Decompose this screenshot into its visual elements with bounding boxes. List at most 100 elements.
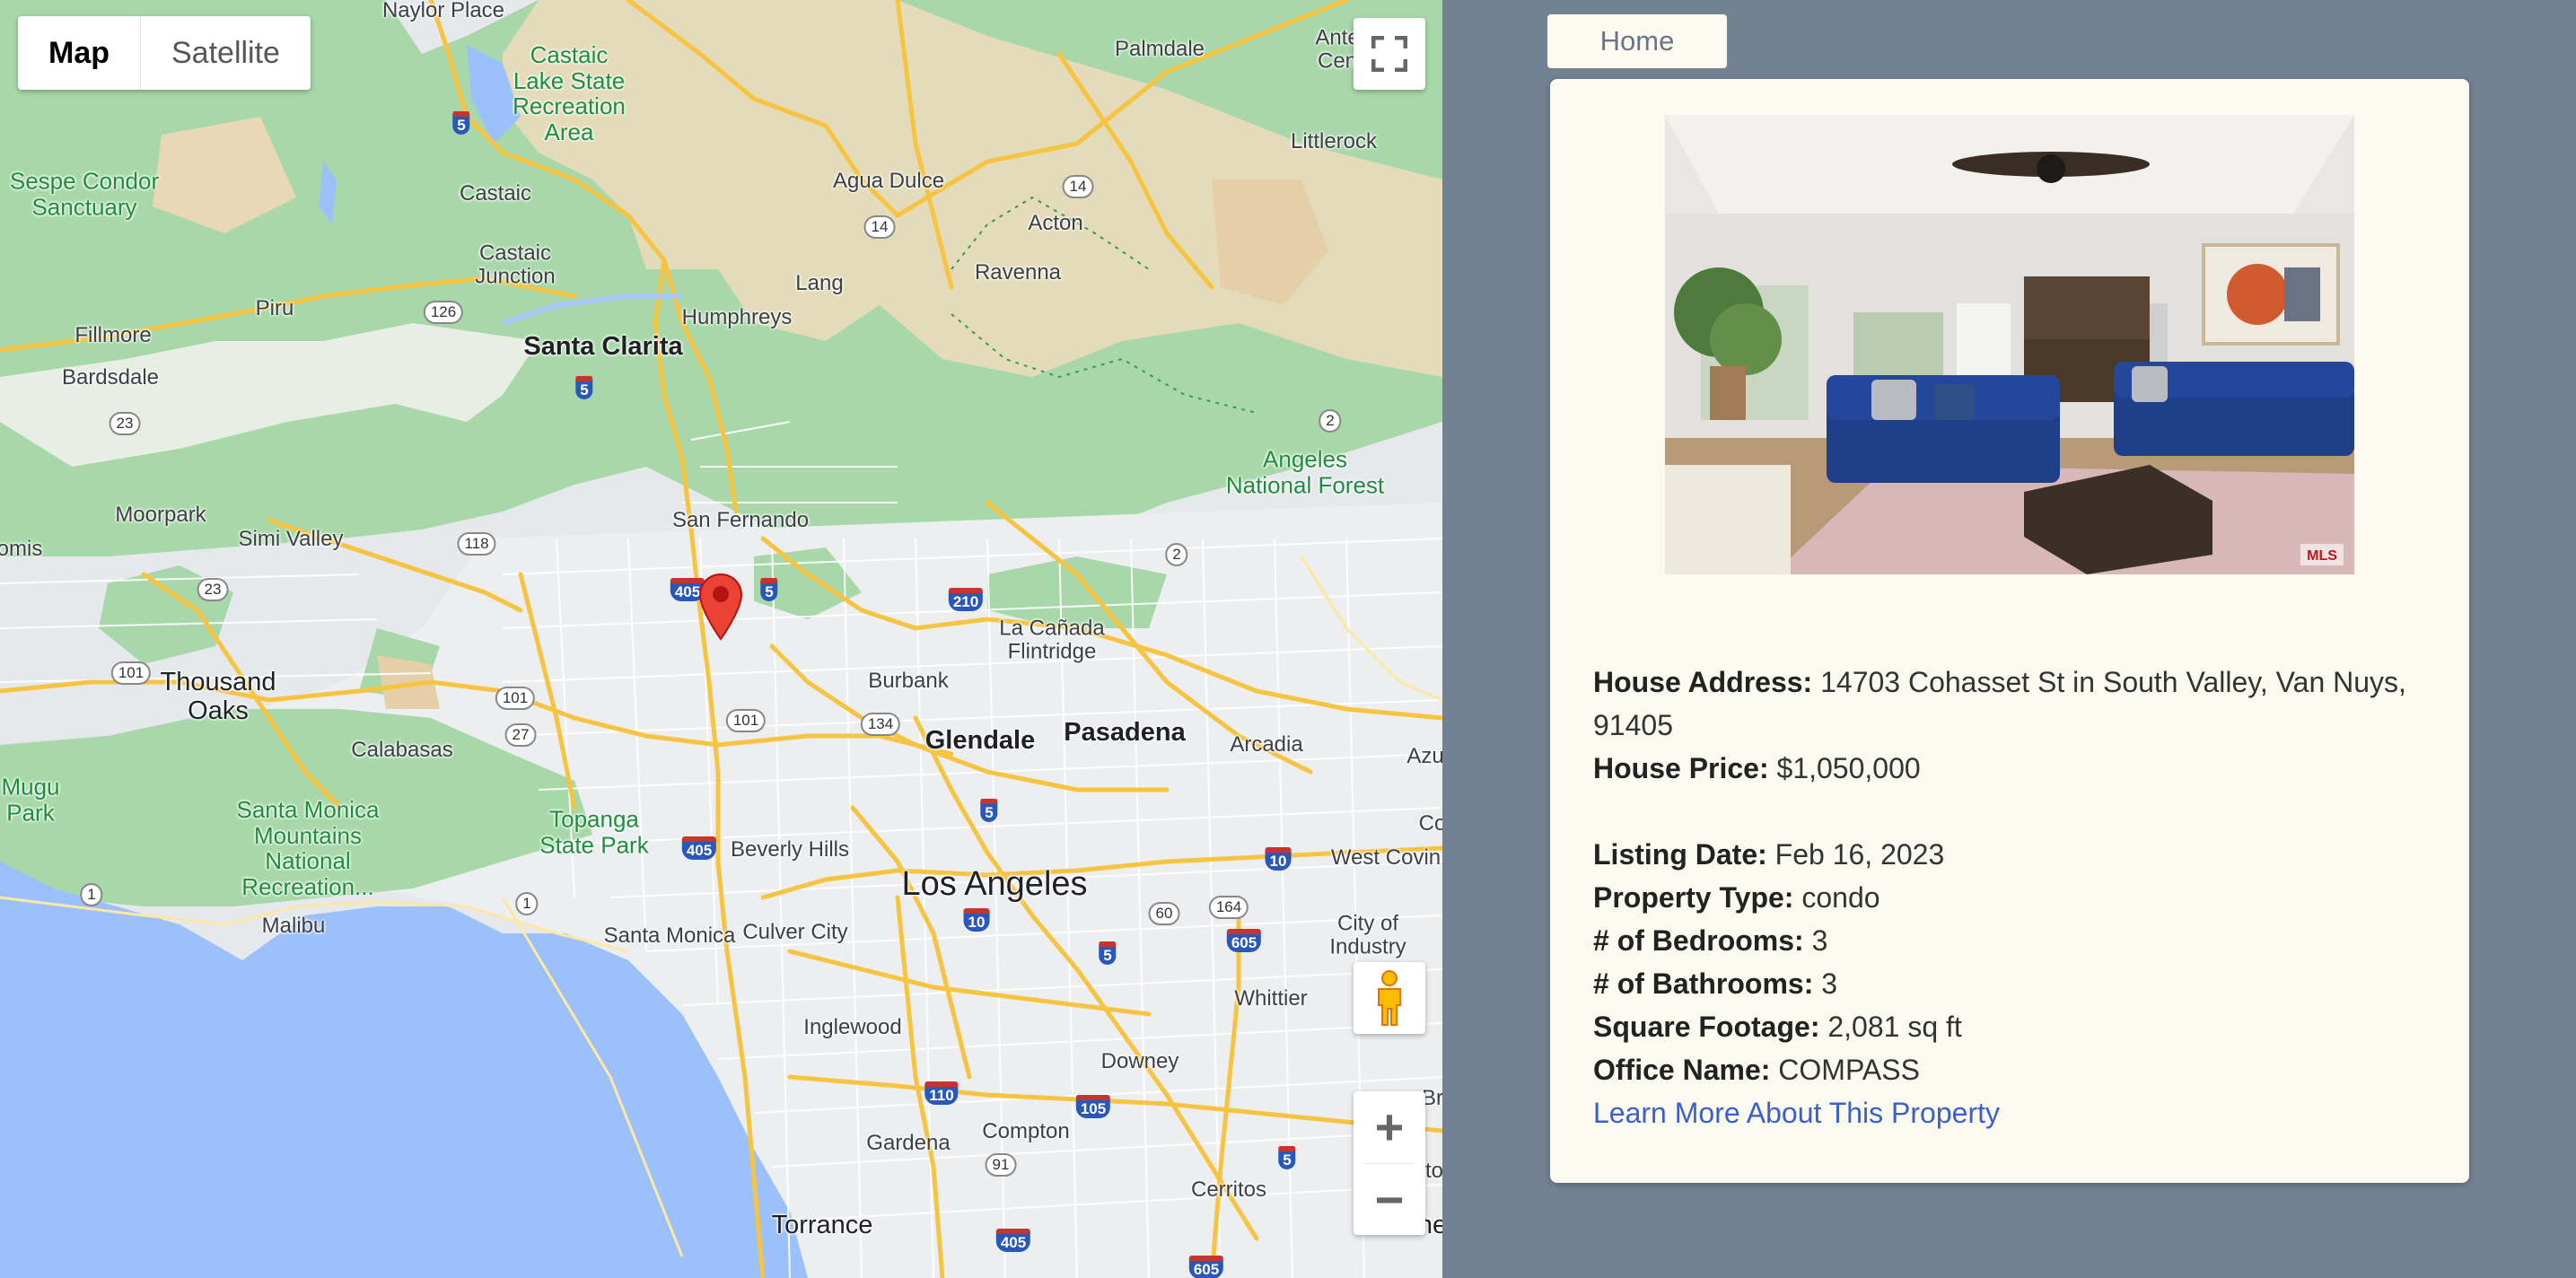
map-label-simi-valley: Simi Valley (238, 526, 344, 551)
map-label-acton: Acton (1028, 210, 1083, 235)
map-label-glendale: Glendale (924, 726, 1036, 756)
route-shield: 405 (995, 1229, 1031, 1252)
office-label: Office Name: (1593, 1054, 1771, 1086)
home-button[interactable]: Home (1547, 14, 1727, 68)
price-row: House Price: $1,050,000 (1593, 747, 2437, 790)
map-label-city-of-industry: City of Industry (1329, 911, 1406, 959)
bedrooms-value: 3 (1811, 924, 1828, 957)
map-label-compton: Compton (982, 1118, 1070, 1143)
map-label-torrance: Torrance (771, 1211, 873, 1240)
map-label-omis: omis (0, 536, 43, 561)
map-label-whittier: Whittier (1234, 985, 1308, 1011)
map-type-satellite-button[interactable]: Satellite (141, 16, 311, 90)
route-shield: 27 (504, 723, 537, 747)
map-label-inglewood: Inglewood (803, 1014, 902, 1039)
route-shield: 5 (760, 578, 778, 601)
map-label-pasadena: Pasadena (1064, 718, 1186, 748)
map-label-humphreys: Humphreys (681, 304, 793, 329)
map-view[interactable]: Naylor Place Castaic Lake State Recreati… (0, 0, 1442, 1278)
map-label-calabasas: Calabasas (351, 737, 453, 762)
route-shield: 118 (457, 532, 496, 556)
pegman-icon (1378, 970, 1401, 1026)
route-shield: 10 (1265, 847, 1292, 871)
route-shield: 101 (110, 661, 152, 685)
map-label-littlerock: Littlerock (1290, 128, 1378, 153)
sqft-label: Square Footage: (1593, 1011, 1820, 1043)
map-label-san-fernando: San Fernando (671, 507, 810, 532)
map-label-los-angeles: Los Angeles (901, 865, 1088, 904)
bedrooms-label: # of Bedrooms: (1593, 924, 1804, 957)
property-type-label: Property Type: (1593, 881, 1794, 914)
listing-photo: MLS (1665, 115, 2354, 574)
map-label-culver-city: Culver City (742, 919, 848, 944)
route-shield: 405 (681, 836, 717, 860)
location-pin-icon[interactable] (698, 573, 743, 645)
bedrooms-row: # of Bedrooms: 3 (1593, 919, 2437, 962)
map-label-gardena: Gardena (866, 1130, 951, 1155)
minus-icon: − (1374, 1170, 1405, 1228)
property-type-row: Property Type: condo (1593, 876, 2437, 919)
map-label-fillmore: Fillmore (74, 322, 152, 347)
map-type-control: Map Satellite (18, 16, 311, 90)
property-type-value: condo (1801, 881, 1880, 914)
address-label: House Address: (1593, 666, 1813, 698)
map-label-beverly-hills: Beverly Hills (730, 836, 850, 862)
map-label-lang: Lang (795, 270, 844, 295)
sqft-value: 2,081 sq ft (1827, 1011, 1962, 1043)
route-shield: 110 (924, 1081, 959, 1105)
map-label-la-canada: La Cañada Flintridge (999, 616, 1105, 664)
map-label-castaic-lake: Castaic Lake State Recreation Area (513, 40, 626, 145)
office-value: COMPASS (1778, 1054, 1920, 1086)
map-label-piru: Piru (255, 295, 294, 320)
map-label-ravenna: Ravenna (974, 259, 1062, 284)
route-shield: 5 (1099, 941, 1117, 965)
route-shield: 60 (1148, 902, 1180, 925)
route-shield: 23 (109, 412, 141, 435)
fullscreen-button[interactable] (1354, 18, 1425, 90)
route-shield: 23 (197, 578, 229, 601)
map-label-santa-clarita: Santa Clarita (523, 332, 683, 362)
route-shield: 605 (1226, 929, 1262, 952)
map-label-santa-monica-mtns: Santa Monica Mountains National Recreati… (236, 795, 380, 900)
zoom-in-button[interactable]: + (1354, 1091, 1425, 1163)
route-shield: 210 (948, 588, 984, 611)
route-shield: 5 (1278, 1146, 1296, 1169)
bathrooms-label: # of Bathrooms: (1593, 967, 1814, 1000)
map-label-downey: Downey (1100, 1048, 1179, 1073)
map-label-agua-dulce: Agua Dulce (832, 168, 945, 193)
bathrooms-row: # of Bathrooms: 3 (1593, 962, 2437, 1005)
route-shield: 164 (1208, 896, 1249, 919)
listing-date-label: Listing Date: (1593, 838, 1767, 871)
svg-text:MLS: MLS (2307, 548, 2337, 564)
learn-more-link[interactable]: Learn More About This Property (1593, 1097, 2000, 1129)
zoom-out-button[interactable]: − (1354, 1164, 1425, 1236)
route-shield: 91 (985, 1153, 1017, 1177)
map-label-sespe: Sespe Condor Sanctuary (9, 167, 160, 220)
plus-icon: + (1374, 1099, 1405, 1156)
map-label-topanga: Topanga State Park (539, 805, 649, 858)
route-shield: 10 (963, 908, 990, 932)
route-shield: 5 (452, 111, 470, 135)
price-value: $1,050,000 (1776, 752, 1921, 784)
map-label-malibu: Malibu (261, 913, 326, 938)
map-type-map-button[interactable]: Map (18, 16, 141, 90)
route-shield: 14 (1062, 175, 1094, 198)
fullscreen-icon (1371, 36, 1407, 72)
zoom-control: + − (1354, 1091, 1425, 1235)
map-label-thousand-oaks: Thousand Oaks (160, 668, 276, 725)
map-label-castaic-junction: Castaic Junction (475, 241, 556, 289)
map-label-arcadia: Arcadia (1230, 731, 1303, 757)
price-label: House Price: (1593, 752, 1769, 784)
route-shield: 5 (575, 376, 593, 399)
street-view-button[interactable] (1354, 962, 1425, 1034)
sqft-row: Square Footage: 2,081 sq ft (1593, 1005, 2437, 1048)
map-label-santa-monica: Santa Monica (603, 923, 736, 948)
learn-more-row: Learn More About This Property (1593, 1091, 2437, 1134)
map-label-castaic: Castaic (459, 180, 532, 206)
listing-date-row: Listing Date: Feb 16, 2023 (1593, 833, 2437, 876)
map-label-west-covina: West Covin (1330, 845, 1441, 870)
map-label-mugu: Mugu Park (1, 773, 60, 826)
map-label-azu: Azu (1406, 743, 1442, 768)
listing-card: MLS House Address: 14703 Cohasset St in … (1550, 79, 2469, 1183)
